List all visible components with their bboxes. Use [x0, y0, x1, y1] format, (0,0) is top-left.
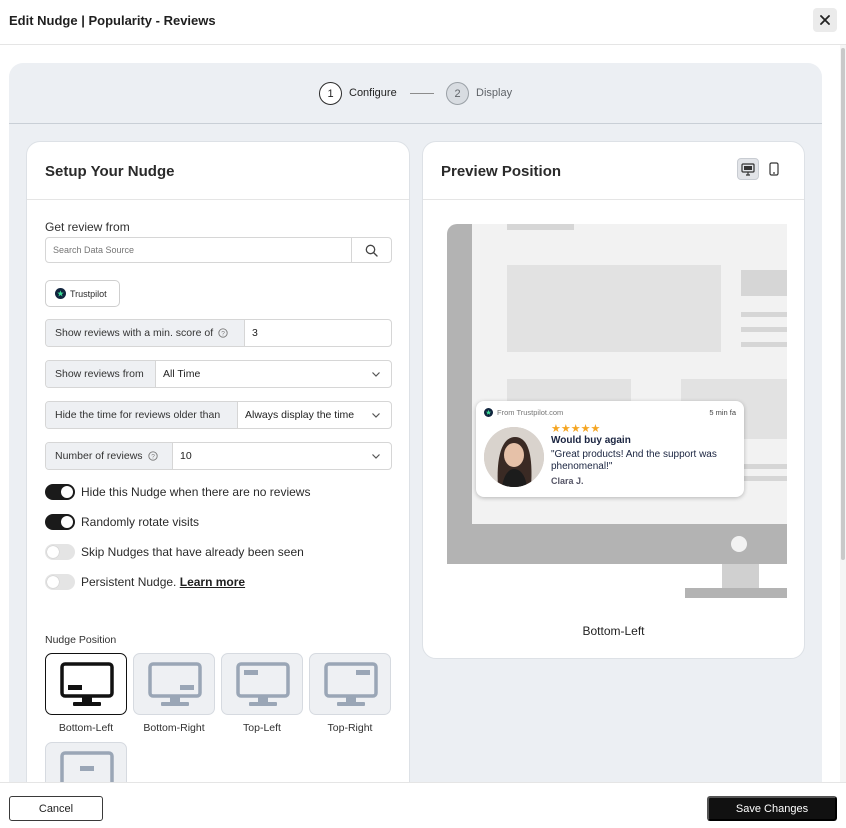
desktop-icon [741, 162, 755, 176]
svg-text:?: ? [151, 453, 155, 460]
reviews-from-select[interactable]: All Time [156, 361, 200, 387]
num-reviews-select[interactable]: 10 [173, 443, 192, 469]
toggle-rotate-visits[interactable] [45, 514, 75, 530]
monitor-top-right-icon [324, 662, 378, 706]
trustpilot-icon [484, 408, 493, 417]
setup-title: Setup Your Nudge [45, 163, 175, 180]
persistent-label-text: Persistent Nudge. [81, 575, 177, 589]
chevron-down-icon[interactable] [371, 451, 381, 461]
dialog-footer: Cancel Save Changes [0, 782, 846, 828]
nudge-author: Clara J. [551, 476, 584, 486]
min-score-input[interactable]: 3 [245, 320, 258, 346]
toggle-hide-no-reviews[interactable] [45, 484, 75, 500]
save-changes-button[interactable]: Save Changes [707, 796, 837, 821]
chevron-down-icon[interactable] [371, 369, 381, 379]
close-button[interactable] [813, 8, 837, 32]
min-score-label-cell: Show reviews with a min. score of ? [46, 320, 245, 346]
monitor-top-left-icon [236, 662, 290, 706]
step-connector [410, 93, 434, 94]
review-source-label: Get review from [45, 220, 130, 234]
position-top-left-label: Top-Left [243, 722, 281, 734]
position-label: Nudge Position [45, 634, 117, 646]
avatar [484, 427, 544, 487]
position-center[interactable] [45, 742, 127, 783]
trustpilot-icon [55, 288, 66, 299]
nudge-source-text: From Trustpilot.com [497, 408, 564, 417]
desktop-view-button[interactable] [737, 158, 759, 180]
num-reviews-label-cell: Number of reviews ? [46, 443, 173, 469]
num-reviews-field: Number of reviews ? 10 [45, 442, 392, 470]
step-2-label[interactable]: Display [476, 87, 512, 99]
info-icon[interactable]: ? [147, 451, 158, 461]
position-top-left[interactable] [221, 653, 303, 715]
hide-time-field: Hide the time for reviews older than Alw… [45, 401, 392, 429]
mobile-view-button[interactable] [763, 158, 785, 180]
source-chip-trustpilot[interactable]: Trustpilot [45, 280, 120, 307]
star-rating-icon: ★★★★★ [551, 423, 601, 435]
step-1-label[interactable]: Configure [349, 87, 397, 99]
search-input[interactable] [46, 238, 352, 262]
svg-text:?: ? [221, 330, 225, 337]
toggle-rotate-visits-label: Randomly rotate visits [81, 515, 200, 529]
preview-title: Preview Position [441, 163, 562, 180]
monitor-center-icon [60, 751, 114, 783]
step-2-number[interactable]: 2 [446, 82, 469, 105]
review-nudge[interactable]: From Trustpilot.com 5 min fa ★★★★★ Would… [476, 401, 744, 497]
stepper: 1 Configure 2 Display [9, 63, 822, 124]
nudge-source: From Trustpilot.com [484, 408, 563, 417]
learn-more-link[interactable]: Learn more [180, 575, 245, 589]
nudge-title: Would buy again [551, 435, 631, 446]
preview-canvas: From Trustpilot.com 5 min fa ★★★★★ Would… [447, 224, 787, 600]
source-chip-label: Trustpilot [70, 288, 107, 299]
step-1-number[interactable]: 1 [319, 82, 342, 105]
position-top-right[interactable] [309, 653, 391, 715]
nudge-text: "Great products! And the support was phe… [551, 449, 717, 472]
toggle-persistent[interactable] [45, 574, 75, 590]
num-reviews-label: Number of reviews [55, 450, 143, 462]
min-score-label: Show reviews with a min. score of [55, 327, 214, 339]
divider [423, 199, 804, 200]
mobile-icon [769, 162, 779, 176]
dialog-header: Edit Nudge | Popularity - Reviews [0, 0, 846, 45]
info-icon[interactable]: ? [218, 328, 228, 338]
toggle-persistent-label: Persistent Nudge. Learn more [81, 575, 245, 589]
min-score-field: Show reviews with a min. score of ? 3 [45, 319, 392, 347]
reviews-from-label: Show reviews from [46, 361, 156, 387]
main-content: 1 Configure 2 Display Setup Your Nudge G… [9, 63, 822, 783]
chevron-down-icon[interactable] [371, 410, 381, 420]
position-caption: Bottom-Left [582, 624, 645, 638]
monitor-bottom-right-icon [148, 662, 202, 706]
dialog-title: Edit Nudge | Popularity - Reviews [9, 13, 216, 28]
hide-time-select[interactable]: Always display the time [238, 402, 354, 428]
data-source-search [45, 237, 392, 263]
toggle-skip-seen[interactable] [45, 544, 75, 560]
preview-card: Preview Position From Trustpilot.com 5 m… [422, 141, 805, 659]
setup-card: Setup Your Nudge Get review from Trustpi… [26, 141, 410, 783]
nudge-time: 5 min fa [709, 408, 736, 417]
reviews-from-field: Show reviews from All Time [45, 360, 392, 388]
close-icon [820, 15, 830, 25]
position-bottom-left[interactable] [45, 653, 127, 715]
cancel-button[interactable]: Cancel [9, 796, 103, 821]
toggle-hide-no-reviews-label: Hide this Nudge when there are no review… [81, 485, 311, 499]
scrollbar-thumb[interactable] [841, 48, 845, 560]
search-button[interactable] [351, 238, 391, 262]
position-bottom-right[interactable] [133, 653, 215, 715]
monitor-bottom-left-icon [60, 662, 114, 706]
position-bottom-right-label: Bottom-Right [143, 722, 205, 734]
position-top-right-label: Top-Right [327, 722, 373, 734]
toggle-skip-seen-label: Skip Nudges that have already been seen [81, 545, 304, 559]
hide-time-label: Hide the time for reviews older than [46, 402, 238, 428]
position-bottom-left-label: Bottom-Left [58, 722, 114, 734]
search-icon [365, 244, 378, 257]
divider [27, 199, 409, 200]
